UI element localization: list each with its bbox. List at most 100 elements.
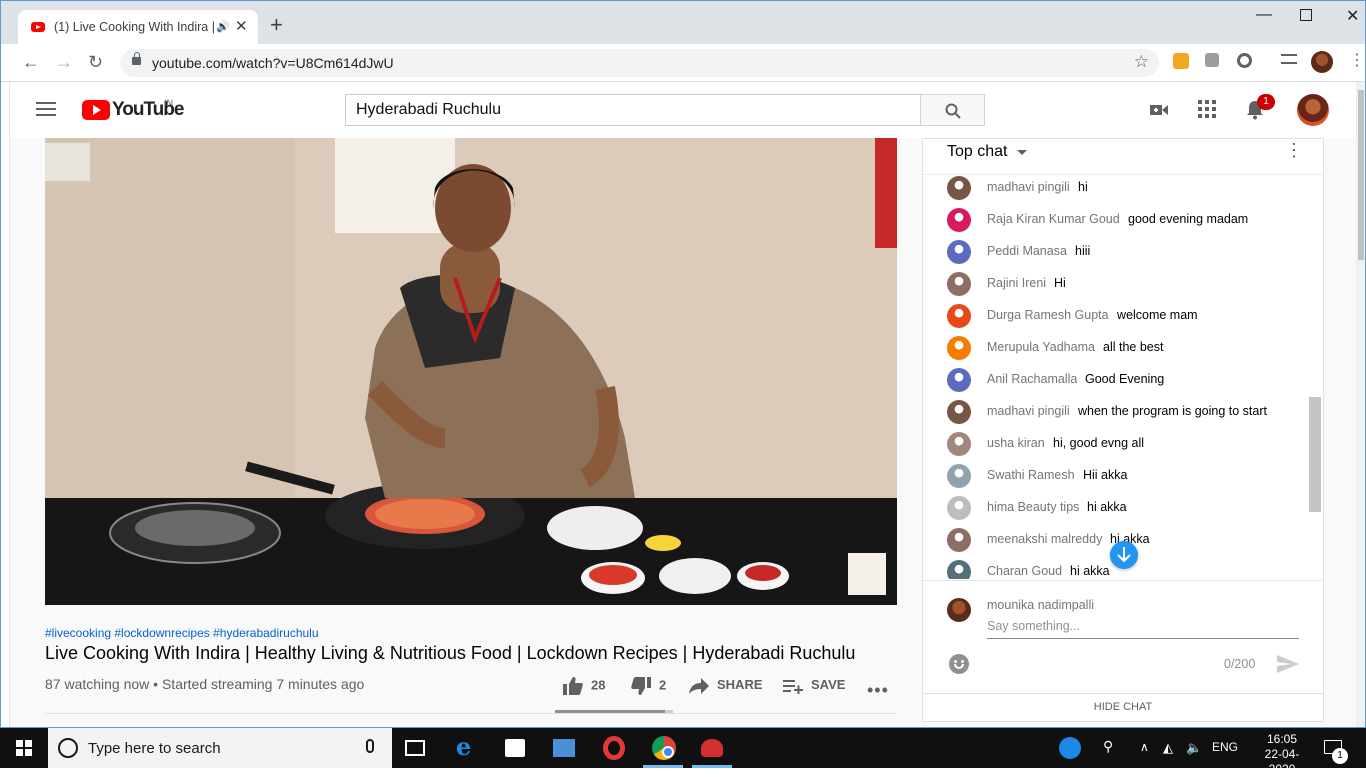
hide-chat-button[interactable]: HIDE CHAT <box>923 693 1323 723</box>
profile-avatar[interactable] <box>1311 51 1333 73</box>
chat-author-avatar[interactable] <box>947 560 971 579</box>
people-icon[interactable]: ⚲ <box>1103 738 1113 755</box>
windows-taskbar: Type here to search e ⚲ ∧ ◭ 🔈 ENG 16:05 … <box>0 728 1366 776</box>
network-icon[interactable]: ◭ <box>1163 740 1173 756</box>
dislike-count: 2 <box>659 677 667 693</box>
media-control-icon[interactable] <box>1281 54 1297 64</box>
lock-icon[interactable] <box>132 52 141 65</box>
clock-date: 22-04-2020 <box>1264 747 1300 776</box>
edge-browser-icon[interactable]: e <box>456 732 480 761</box>
chat-messages: madhavi pingili hi Raja Kiran Kumar Goud go… <box>923 175 1323 579</box>
chat-author-avatar[interactable] <box>947 464 971 488</box>
more-actions-icon[interactable]: ••• <box>867 680 889 701</box>
chat-author-name[interactable]: meenakshi malreddy <box>987 532 1102 546</box>
chat-scrollbar[interactable] <box>1309 397 1321 512</box>
bookmark-star-icon[interactable]: ☆ <box>1134 52 1149 72</box>
chat-author-avatar[interactable] <box>947 400 971 424</box>
send-icon[interactable] <box>1277 655 1299 673</box>
extension-circle-icon[interactable] <box>1237 53 1252 68</box>
cortana-icon <box>58 738 78 758</box>
task-view-icon[interactable] <box>405 740 425 756</box>
chat-author-avatar[interactable] <box>947 368 971 392</box>
chat-author-name[interactable]: madhavi pingili <box>987 180 1070 194</box>
chat-author-avatar[interactable] <box>947 336 971 360</box>
help-icon[interactable] <box>1059 737 1081 759</box>
extension-copy-icon[interactable] <box>1205 53 1219 67</box>
share-label: SHARE <box>717 677 763 692</box>
volume-icon[interactable]: 🔈 <box>1186 740 1202 756</box>
chat-author-avatar[interactable] <box>947 528 971 552</box>
forward-icon[interactable]: → <box>55 52 73 72</box>
chat-author-name[interactable]: Charan Goud <box>987 564 1062 578</box>
dislike-button[interactable]: 2 <box>631 677 666 695</box>
chat-author-name[interactable]: hima Beauty tips <box>987 500 1079 514</box>
video-viewers-status: 87 watching now • Started streaming 7 mi… <box>45 676 365 692</box>
search-button[interactable] <box>920 94 985 126</box>
app-window-icon[interactable] <box>553 739 575 757</box>
chat-author-name[interactable]: madhavi pingili <box>987 404 1070 418</box>
paint-app-icon[interactable] <box>701 739 723 757</box>
minimize-icon[interactable]: — <box>1256 6 1272 24</box>
save-button[interactable]: SAVE <box>783 677 845 695</box>
chat-message-text: Hi <box>1054 276 1066 290</box>
opera-browser-icon[interactable] <box>603 736 625 760</box>
chat-author-avatar[interactable] <box>947 432 971 456</box>
search-input[interactable]: Hyderabadi Ruchulu <box>345 94 921 126</box>
chat-menu-icon[interactable]: ⋮ <box>1285 141 1303 159</box>
like-button[interactable]: 28 <box>563 677 605 695</box>
chat-author-avatar[interactable] <box>947 496 971 520</box>
dropdown-caret-icon[interactable] <box>1017 150 1027 155</box>
chat-mode-selector[interactable]: Top chat <box>947 143 1007 161</box>
video-hashtags[interactable]: #livecooking #lockdownrecipes #hyderabad… <box>45 626 319 640</box>
address-bar[interactable]: youtube.com/watch?v=U8Cm614dJwU ☆ <box>120 49 1159 77</box>
system-clock[interactable]: 16:05 22-04-2020 <box>1252 732 1312 777</box>
video-player[interactable] <box>45 138 897 605</box>
youtube-logo-icon[interactable] <box>82 100 110 120</box>
page-scrollbar[interactable] <box>1356 82 1366 728</box>
chat-author-avatar[interactable] <box>947 208 971 232</box>
browser-menu-icon[interactable]: ⋮ <box>1349 53 1365 69</box>
share-button[interactable]: SHARE <box>689 677 763 694</box>
audio-playing-icon[interactable]: 🔊 <box>216 20 230 33</box>
browser-tab[interactable]: (1) Live Cooking With Indira | 🔊 ✕ <box>18 10 258 44</box>
user-avatar[interactable] <box>1297 94 1329 126</box>
chat-author-name[interactable]: Swathi Ramesh <box>987 468 1075 482</box>
search-query: Hyderabadi Ruchulu <box>356 101 501 118</box>
jump-to-bottom-button[interactable] <box>1110 541 1138 569</box>
create-video-icon[interactable] <box>1149 100 1169 120</box>
back-icon[interactable]: ← <box>22 52 40 72</box>
chrome-browser-icon[interactable] <box>652 736 676 760</box>
chat-message-text: Hii akka <box>1083 468 1128 482</box>
chat-input-area: mounika nadimpalli Say something... 0/20… <box>923 580 1323 690</box>
current-user-name: mounika nadimpalli <box>987 598 1095 612</box>
hamburger-menu-icon[interactable] <box>36 102 56 116</box>
apps-grid-icon[interactable] <box>1198 100 1216 118</box>
emoji-icon[interactable] <box>949 654 969 674</box>
chat-author-name[interactable]: Raja Kiran Kumar Goud <box>987 212 1120 226</box>
taskbar-search-box[interactable]: Type here to search <box>48 728 392 768</box>
maximize-icon[interactable] <box>1300 9 1312 21</box>
chat-author-avatar[interactable] <box>947 240 971 264</box>
chat-author-name[interactable]: usha kiran <box>987 436 1045 450</box>
reload-icon[interactable]: ↻ <box>88 52 103 72</box>
chat-author-name[interactable]: Peddi Manasa <box>987 244 1067 258</box>
chat-author-name[interactable]: Durga Ramesh Gupta <box>987 308 1109 322</box>
chat-author-avatar[interactable] <box>947 272 971 296</box>
chat-author-name[interactable]: Anil Rachamalla <box>987 372 1077 386</box>
chat-message-text: good evening madam <box>1128 212 1249 226</box>
language-indicator[interactable]: ENG <box>1212 740 1238 754</box>
new-tab-icon[interactable]: + <box>270 14 283 36</box>
page-scrollbar-thumb[interactable] <box>1358 90 1364 260</box>
extension-bag-icon[interactable] <box>1173 53 1189 69</box>
store-icon[interactable] <box>505 739 525 757</box>
window-close-icon[interactable]: ✕ <box>1346 6 1359 26</box>
chat-message-input[interactable]: Say something... <box>987 619 1299 639</box>
windows-start-icon[interactable] <box>16 740 32 756</box>
microphone-icon[interactable] <box>366 739 374 753</box>
chat-author-avatar[interactable] <box>947 176 971 200</box>
chat-author-avatar[interactable] <box>947 304 971 328</box>
tab-close-icon[interactable]: ✕ <box>235 17 248 35</box>
show-hidden-icons[interactable]: ∧ <box>1140 740 1149 754</box>
chat-author-name[interactable]: Rajini Ireni <box>987 276 1046 290</box>
chat-author-name[interactable]: Merupula Yadhama <box>987 340 1095 354</box>
